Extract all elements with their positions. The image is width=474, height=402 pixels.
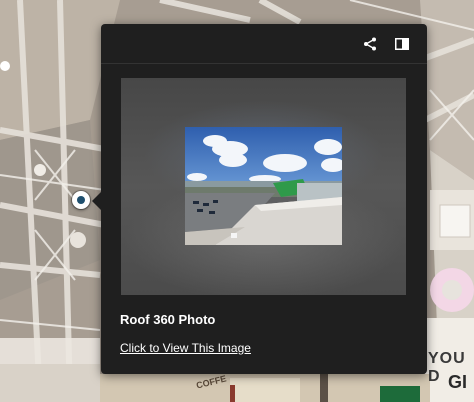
view-image-link[interactable]: Click to View This Image <box>120 341 251 355</box>
popup-title: Roof 360 Photo <box>120 312 216 327</box>
popup-header <box>101 24 427 64</box>
wall-sign-text-2: GI <box>448 372 468 392</box>
share-button[interactable] <box>360 34 380 54</box>
panel-icon <box>395 38 409 50</box>
info-popup: Roof 360 Photo Click to View This Image <box>92 24 427 374</box>
hotspot-marker-icon[interactable] <box>72 191 90 209</box>
share-icon <box>364 37 376 51</box>
popup-image[interactable] <box>121 78 406 295</box>
side-panel-button[interactable] <box>392 34 412 54</box>
rooftop-photo <box>185 127 342 245</box>
